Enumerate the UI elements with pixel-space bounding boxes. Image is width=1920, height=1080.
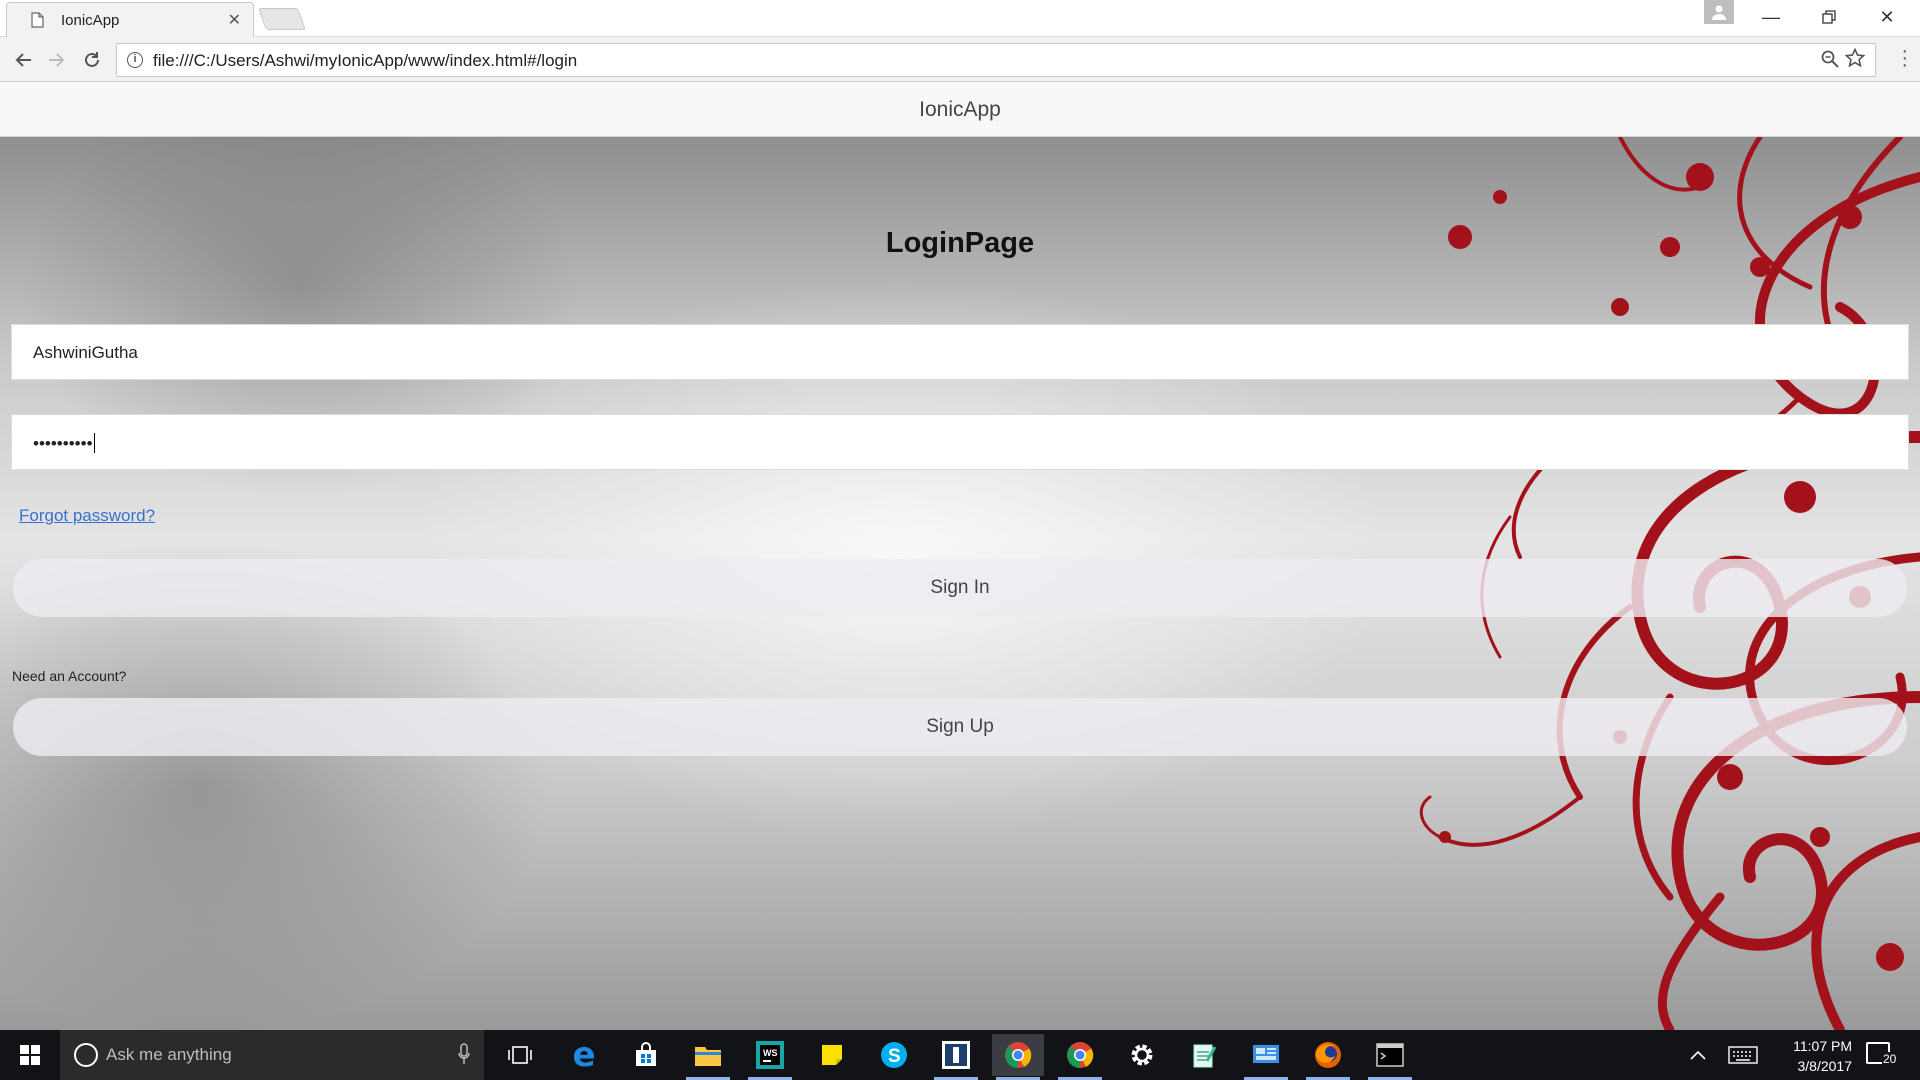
windows-logo-icon [20,1045,40,1065]
need-account-text: Need an Account? [12,668,127,684]
chrome-glyph [1005,1042,1032,1069]
edge-browser-icon[interactable]: e [558,1034,610,1076]
microphone-icon[interactable] [458,1043,470,1065]
username-field[interactable]: AshwiniGutha [11,324,1909,380]
address-bar[interactable]: i file:///C:/Users/Ashwi/myIonicApp/www/… [116,43,1876,77]
store-icon[interactable] [620,1034,672,1076]
restore-button[interactable] [1800,0,1858,34]
keyboard-icon [1728,1046,1758,1064]
chrome-icon-active[interactable] [992,1034,1044,1080]
bookmark-star-icon[interactable] [1845,48,1865,68]
search-placeholder[interactable]: Ask me anything [106,1045,232,1065]
user-icon [1712,5,1726,20]
info-icon[interactable]: i [127,52,143,68]
header-title: IonicApp [919,98,1001,121]
text-caret [93,433,95,453]
bracket-app-glyph [942,1041,970,1069]
cortana-search-box[interactable]: Ask me anything [60,1030,484,1080]
start-button[interactable] [0,1030,60,1080]
edge-logo: e [572,1035,596,1075]
touch-keyboard-button[interactable] [1728,1030,1758,1080]
cortana-icon [74,1043,98,1067]
forward-arrow-icon [49,53,65,67]
close-window-button[interactable]: ✕ [1858,0,1916,34]
page-icon [31,12,44,28]
password-input-wrap[interactable]: •••••••••• [33,433,95,454]
system-clock[interactable]: 11:07 PM 3/8/2017 [1772,1036,1852,1076]
restore-icon [1822,10,1836,24]
svg-text:S: S [888,1046,901,1067]
sign-in-label: Sign In [930,577,990,598]
password-value[interactable]: •••••••••• [33,434,93,453]
dev-tool-icon[interactable] [930,1034,982,1080]
forward-button[interactable] [44,47,70,73]
tab-title: IonicApp [61,12,120,29]
action-center-button[interactable]: 20 [1866,1042,1898,1066]
sign-up-button[interactable]: Sign Up [13,698,1907,756]
windows-taskbar: Ask me anything e WS S 11:07 PM 3/8/2017… [0,1030,1920,1080]
menu-icon[interactable]: · · · [1901,41,1908,75]
notepad-icon[interactable] [1178,1034,1230,1076]
sign-in-button[interactable]: Sign In [13,559,1907,617]
reload-button[interactable] [79,47,105,73]
back-button[interactable] [10,47,36,73]
username-value[interactable]: AshwiniGutha [33,343,138,363]
clock-date: 3/8/2017 [1797,1058,1853,1074]
firefox-glyph [1315,1042,1341,1068]
terminal-icon[interactable] [1364,1034,1416,1080]
settings-gear-icon[interactable] [1116,1034,1168,1076]
task-view-glyph [508,1046,532,1064]
minimize-button[interactable]: — [1742,0,1800,34]
close-icon[interactable]: ✕ [228,10,241,30]
notification-count: 20 [1882,1052,1898,1066]
skype-icon[interactable]: S [868,1034,920,1076]
app-header: IonicApp [0,82,1920,137]
sign-up-label: Sign Up [926,716,994,737]
task-view-icon[interactable] [494,1034,546,1076]
tab-strip: IonicApp ✕ — ✕ [0,0,1920,37]
gear-glyph [1131,1044,1153,1066]
clock-time: 11:07 PM [1793,1038,1852,1054]
page-title: LoginPage [885,227,1035,259]
firefox-icon[interactable] [1302,1034,1354,1080]
webstorm-icon[interactable]: WS [744,1034,796,1080]
folder-glyph [695,1047,721,1066]
sticky-notes-icon[interactable] [806,1034,858,1076]
store-glyph [636,1042,656,1066]
sticky-note-glyph [822,1045,842,1065]
browser-toolbar: i file:///C:/Users/Ashwi/myIonicApp/www/… [0,38,1920,82]
monitor-glyph [1253,1045,1279,1063]
file-explorer-icon[interactable] [682,1034,734,1080]
webstorm-glyph: WS [756,1041,784,1069]
remote-desktop-icon[interactable] [1240,1034,1292,1080]
browser-tab[interactable]: IonicApp ✕ [6,2,254,37]
browser-chrome: IonicApp ✕ — ✕ i file:///C:/Users/Ashwi/… [0,0,1920,82]
reload-icon [85,52,99,67]
profile-button[interactable] [1704,0,1734,24]
forgot-password-link[interactable]: Forgot password? [19,506,155,526]
chrome-glyph [1067,1042,1094,1069]
chrome-icon[interactable] [1054,1034,1106,1080]
console-glyph [1376,1043,1404,1067]
url-text[interactable]: file:///C:/Users/Ashwi/myIonicApp/www/in… [153,51,577,71]
new-tab-button[interactable] [257,8,307,30]
chevron-up-icon [1690,1050,1706,1060]
password-field[interactable]: •••••••••• [11,414,1909,470]
login-content: LoginPage AshwiniGutha •••••••••• Forgot… [0,137,1920,1030]
notepad-glyph [1193,1044,1217,1068]
show-hidden-icons-button[interactable] [1690,1030,1706,1080]
svg-text:WS: WS [763,1048,778,1058]
skype-glyph: S [881,1042,907,1068]
zoom-icon[interactable] [1821,50,1839,68]
back-arrow-icon [15,53,31,67]
